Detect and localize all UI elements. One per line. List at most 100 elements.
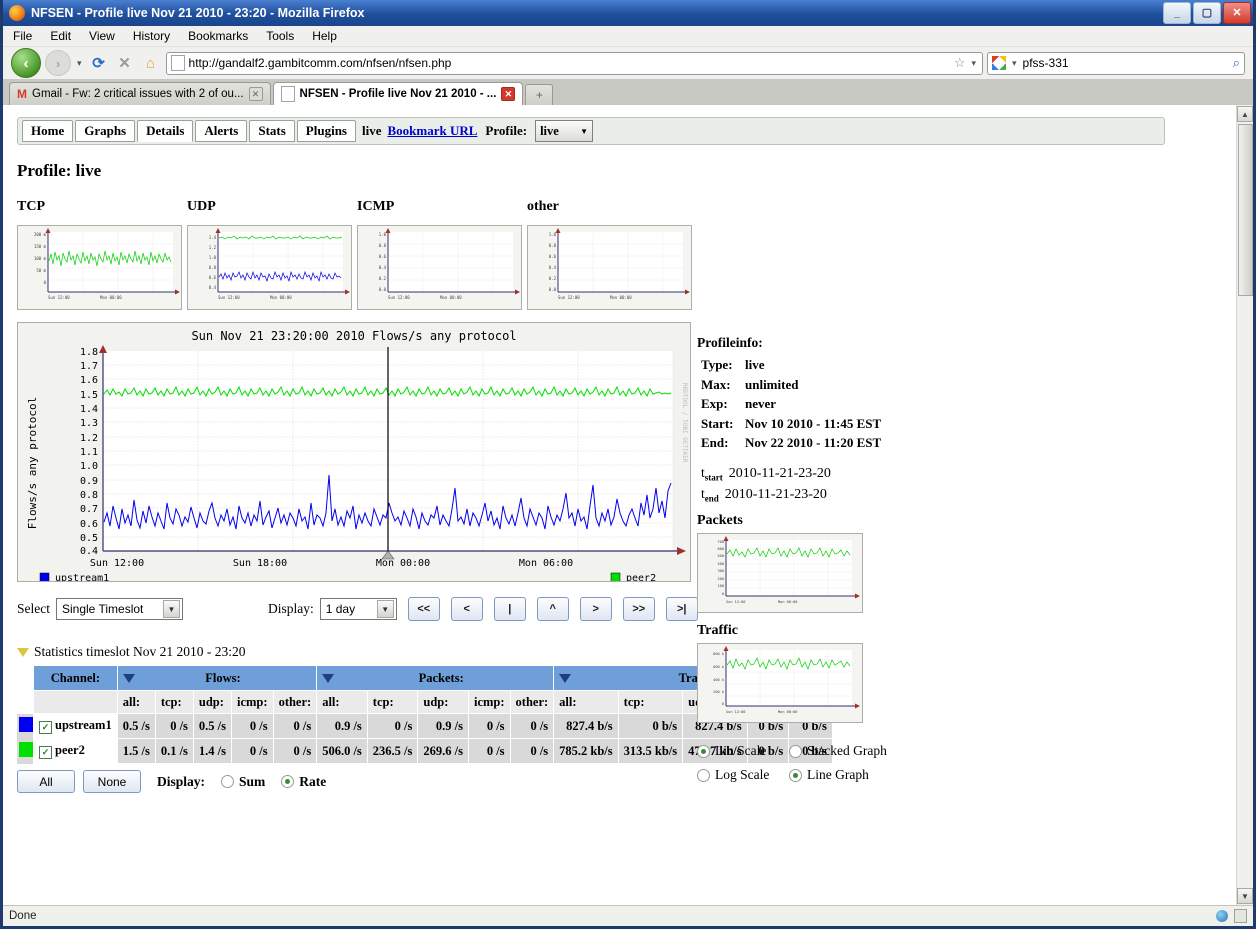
group-header-flows[interactable]: Flows: xyxy=(117,666,316,691)
scroll-down-icon[interactable]: ▼ xyxy=(1237,888,1253,904)
sort-triangle-icon[interactable] xyxy=(322,674,334,683)
close-button[interactable]: ✕ xyxy=(1223,2,1251,24)
nav-prev-button[interactable]: < xyxy=(451,597,483,621)
traffic-mini-chart[interactable]: 800 k600 k 400 k200 k0 Sun 12:00Mon 00:0… xyxy=(697,643,863,723)
history-dropdown-icon[interactable]: ▾ xyxy=(75,58,84,69)
radio-log-scale[interactable]: Log Scale xyxy=(697,767,789,783)
url-input[interactable]: http://gandalf2.gambitcomm.com/nfsen/nfs… xyxy=(189,56,950,70)
menu-item-file[interactable]: File xyxy=(13,29,32,43)
radio-button-icon[interactable] xyxy=(697,745,710,758)
close-icon[interactable]: ✕ xyxy=(249,87,263,101)
channel-checkbox[interactable]: ✓ xyxy=(39,721,52,734)
cell-flows-other: 0 /s xyxy=(273,714,317,739)
main-flows-chart[interactable]: Sun Nov 21 23:20:00 2010 Flows/s any pro… xyxy=(17,322,691,582)
radio-line-graph[interactable]: Line Graph xyxy=(789,767,869,783)
profileinfo-key: Exp: xyxy=(701,396,745,412)
packets-mini-chart[interactable]: 700600500 400300200 1000 Sun 12:00Mon 00… xyxy=(697,533,863,613)
search-bar[interactable]: ▾ pfss-331 ⌕ xyxy=(987,52,1245,75)
minimize-button[interactable]: _ xyxy=(1163,2,1191,24)
menu-item-tools[interactable]: Tools xyxy=(266,29,294,43)
menu-item-history[interactable]: History xyxy=(133,29,170,43)
radio-rate[interactable]: Rate xyxy=(281,774,326,790)
tab-stats[interactable]: Stats xyxy=(249,120,294,142)
timeslot-select-value: Single Timeslot xyxy=(62,602,159,616)
status-text: Done xyxy=(9,910,37,922)
search-engine-dropdown-icon[interactable]: ▾ xyxy=(1010,58,1019,69)
radio-button-icon[interactable] xyxy=(697,769,710,782)
tcp-mini-chart[interactable]: 200 m150 m 100 m50 m0 Sun 12:00Mon 00:00 xyxy=(17,225,182,310)
scroll-up-icon[interactable]: ▲ xyxy=(1237,106,1253,122)
sort-triangle-icon[interactable] xyxy=(123,674,135,683)
radio-stacked-graph[interactable]: Stacked Graph xyxy=(789,743,887,759)
google-search-engine-icon[interactable] xyxy=(992,56,1006,70)
udp-mini-chart[interactable]: 1.41.21.0 0.80.60.4 Sun 12:00Mon 00:00 xyxy=(187,225,352,310)
tab-graphs[interactable]: Graphs xyxy=(75,120,135,142)
cell-packets-all: 506.0 /s xyxy=(317,739,368,764)
nav-forward-button[interactable]: >> xyxy=(623,597,655,621)
other-mini-chart[interactable]: 1.00.80.6 0.40.20.0 Sun 12:00Mon 00:00 xyxy=(527,225,692,310)
expand-triangle-icon[interactable] xyxy=(17,648,29,657)
sort-triangle-icon[interactable] xyxy=(559,674,571,683)
group-header-packets[interactable]: Packets: xyxy=(317,666,554,691)
browser-tab-gmail[interactable]: M Gmail - Fw: 2 critical issues with 2 o… xyxy=(9,82,271,105)
nav-center-button[interactable]: | xyxy=(494,597,526,621)
radio-button-icon[interactable] xyxy=(281,775,294,788)
select-none-button[interactable]: None xyxy=(83,770,141,793)
svg-text:peer2: peer2 xyxy=(626,573,656,581)
timeslot-select[interactable]: Single Timeslot ▼ xyxy=(56,598,183,620)
url-bar[interactable]: http://gandalf2.gambitcomm.com/nfsen/nfs… xyxy=(166,52,983,75)
tab-home[interactable]: Home xyxy=(22,120,73,142)
back-button-icon[interactable]: ‹ xyxy=(11,48,41,78)
select-all-button[interactable]: All xyxy=(17,770,75,793)
svg-text:Sun 12:00: Sun 12:00 xyxy=(558,295,580,300)
tab-details[interactable]: Details xyxy=(137,120,193,142)
display-range-select[interactable]: 1 day ▼ xyxy=(320,598,397,620)
nav-up-button[interactable]: ^ xyxy=(537,597,569,621)
subheader-blank xyxy=(34,691,118,714)
browser-tab-nfsen[interactable]: NFSEN - Profile live Nov 21 2010 - ... ✕ xyxy=(273,82,524,105)
bookmark-url-link[interactable]: Bookmark URL xyxy=(387,123,477,139)
icmp-mini-chart[interactable]: 1.00.80.6 0.40.20.0 Sun 12:00Mon 00:00 xyxy=(357,225,522,310)
search-input[interactable]: pfss-331 xyxy=(1023,56,1229,70)
maximize-button[interactable]: ▢ xyxy=(1193,2,1221,24)
menu-item-bookmarks[interactable]: Bookmarks xyxy=(188,29,248,43)
nav-first-button[interactable]: << xyxy=(408,597,440,621)
bookmark-star-icon[interactable]: ☆ xyxy=(954,55,966,71)
radio-button-icon[interactable] xyxy=(221,775,234,788)
svg-text:0.4: 0.4 xyxy=(209,285,217,290)
tab-alerts[interactable]: Alerts xyxy=(195,120,247,142)
subheader-packets-tcp: tcp: xyxy=(367,691,418,714)
svg-text:upstream1: upstream1 xyxy=(55,573,109,581)
nav-last-button[interactable]: >| xyxy=(666,597,698,621)
scrollbar-thumb[interactable] xyxy=(1238,124,1253,296)
thumbnail-caption: other xyxy=(527,199,697,215)
radio-button-icon[interactable] xyxy=(789,769,802,782)
menu-item-view[interactable]: View xyxy=(89,29,115,43)
reload-icon[interactable]: ⟳ xyxy=(88,52,110,74)
channel-name-cell[interactable]: ✓upstream1 xyxy=(34,714,118,739)
color-swatch-cell xyxy=(17,714,34,739)
radio-sum[interactable]: Sum xyxy=(221,774,265,790)
svg-text:200 m: 200 m xyxy=(34,232,47,237)
channel-checkbox[interactable]: ✓ xyxy=(39,746,52,759)
svg-text:500: 500 xyxy=(718,554,725,558)
page-scrollbar[interactable]: ▲ ▼ xyxy=(1236,105,1253,905)
search-icon[interactable]: ⌕ xyxy=(1233,55,1240,71)
page-favicon-icon xyxy=(171,55,185,71)
radio-button-icon[interactable] xyxy=(789,745,802,758)
profileinfo-value: unlimited xyxy=(745,377,798,393)
channel-name-cell[interactable]: ✓peer2 xyxy=(34,739,118,764)
home-icon[interactable]: ⌂ xyxy=(140,52,162,74)
tstart-sub: start xyxy=(705,473,723,483)
close-icon[interactable]: ✕ xyxy=(501,87,515,101)
tab-plugins[interactable]: Plugins xyxy=(297,120,356,142)
radio-lin-scale[interactable]: Lin Scale xyxy=(697,743,789,759)
menu-item-help[interactable]: Help xyxy=(312,29,337,43)
profile-select[interactable]: live ▼ xyxy=(535,120,593,142)
menu-item-edit[interactable]: Edit xyxy=(50,29,71,43)
icmp-chart-svg: 1.00.80.6 0.40.20.0 Sun 12:00Mon 00:00 xyxy=(358,226,521,309)
nav-next-button[interactable]: > xyxy=(580,597,612,621)
url-dropdown-icon[interactable]: ▾ xyxy=(969,58,978,69)
new-tab-button[interactable]: + xyxy=(525,84,553,105)
svg-text:0.0: 0.0 xyxy=(379,287,387,292)
